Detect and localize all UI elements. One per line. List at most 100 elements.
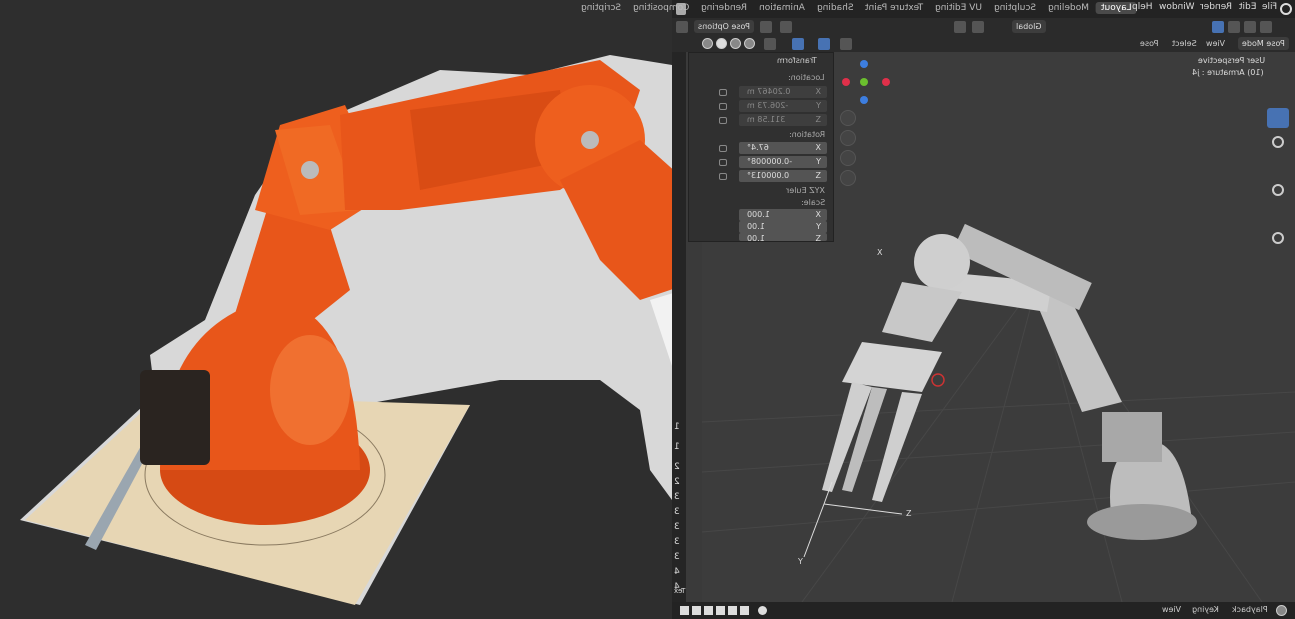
tool-move[interactable] <box>1267 156 1289 176</box>
location-x-field[interactable]: 0.20467 mX <box>739 86 827 98</box>
location-label: Location: <box>788 73 825 82</box>
gizmo-neg-x-icon[interactable] <box>882 78 890 86</box>
location-y-field[interactable]: -206.73 mY <box>739 100 827 112</box>
tab-rendering[interactable]: Rendering <box>696 2 752 14</box>
pan-hand-icon[interactable] <box>840 130 856 146</box>
location-z-field[interactable]: 311.58 mZ <box>739 114 827 126</box>
tab-compositing[interactable]: Compositing <box>628 2 694 14</box>
tab-shading[interactable]: Shading <box>812 2 859 14</box>
xray-icon[interactable] <box>764 38 776 50</box>
gizmo-y-icon[interactable] <box>860 78 868 86</box>
menu-help[interactable]: Help <box>1132 2 1153 12</box>
select-subtract-icon[interactable] <box>1244 21 1256 33</box>
tool-relax[interactable] <box>1267 300 1289 320</box>
shading-solid-icon[interactable] <box>716 38 727 49</box>
frame-number: 3 <box>674 537 680 547</box>
play-reverse-icon[interactable] <box>704 606 713 615</box>
blender-window: Layout Modeling Sculpting UV Editing Tex… <box>581 0 1295 619</box>
menu-render[interactable]: Render <box>1200 2 1232 12</box>
menu-view[interactable]: View <box>1206 39 1225 48</box>
menu-select[interactable]: Select <box>1172 39 1197 48</box>
record-icon[interactable] <box>758 606 767 615</box>
jump-start-icon[interactable] <box>680 606 689 615</box>
menu-pose[interactable]: Pose <box>1140 39 1159 48</box>
mode-dropdown[interactable]: Pose Mode <box>1238 37 1289 50</box>
select-extend-icon[interactable] <box>1228 21 1240 33</box>
transform-orientation-dropdown[interactable]: Global <box>1012 20 1046 33</box>
x-mirror-icon[interactable] <box>760 21 772 33</box>
shading-rendered-icon[interactable] <box>744 38 755 49</box>
scale-x-field[interactable]: 1.000 X <box>739 209 827 221</box>
model-shoulder <box>914 234 970 290</box>
menu-edit[interactable]: Edit <box>1239 2 1256 12</box>
lock-icon[interactable] <box>719 117 727 124</box>
frame-number: 3 <box>674 492 680 502</box>
keying-menu[interactable]: Keying <box>1192 605 1219 614</box>
tab-texture-paint[interactable]: Texture Paint <box>860 2 928 14</box>
tab-scripting[interactable]: Scripting <box>576 2 626 14</box>
timeline-editor-icon[interactable] <box>1276 605 1287 616</box>
frame-number: 3 <box>674 552 680 562</box>
menu-file[interactable]: File <box>1262 2 1277 12</box>
jump-end-icon[interactable] <box>740 606 749 615</box>
visibility-icon[interactable] <box>840 38 852 50</box>
scale-z-field[interactable]: 1.00 Z <box>739 233 827 243</box>
scale-y-field[interactable]: 1.00 Y <box>739 221 827 233</box>
shading-wireframe-icon[interactable] <box>702 38 713 49</box>
tool-settings-icon[interactable] <box>676 21 688 33</box>
view-menu[interactable]: View <box>1162 605 1181 614</box>
frame-number: 2 <box>674 462 680 472</box>
cursor-icon <box>1272 136 1284 148</box>
top-bar: Layout Modeling Sculpting UV Editing Tex… <box>581 0 1295 18</box>
lock-icon[interactable] <box>719 103 727 110</box>
next-keyframe-icon[interactable] <box>728 606 737 615</box>
play-icon[interactable] <box>716 606 725 615</box>
panel-header: Transform <box>695 56 827 67</box>
tool-transform[interactable] <box>1267 228 1289 248</box>
shading-material-icon[interactable] <box>730 38 741 49</box>
rotation-y-field[interactable]: -0.000008° Y <box>739 156 827 168</box>
auto-ik-icon[interactable] <box>780 21 792 33</box>
scale-label: Scale: <box>800 198 825 207</box>
tool-measure[interactable] <box>1267 276 1289 296</box>
lock-icon[interactable] <box>719 159 727 166</box>
gizmos-icon[interactable] <box>818 38 830 50</box>
tab-modeling[interactable]: Modeling <box>1043 2 1094 14</box>
pose-options-dropdown[interactable]: Pose Options <box>694 20 754 33</box>
main-menu: File Edit Render Window Help <box>1132 2 1277 12</box>
gizmo-neg-z-icon[interactable] <box>860 96 868 104</box>
tool-scale[interactable] <box>1267 204 1289 224</box>
axis-label-x: X <box>877 248 883 257</box>
select-box-mode-icon[interactable] <box>1212 21 1224 33</box>
frame-number: 1 <box>674 422 680 432</box>
select-invert-icon[interactable] <box>1260 21 1272 33</box>
playback-menu[interactable]: Playback <box>1232 605 1268 614</box>
tool-annotate[interactable] <box>1267 252 1289 272</box>
panel-title[interactable]: Transform <box>777 56 817 65</box>
gizmo-x-icon[interactable] <box>842 78 850 86</box>
rotation-z-field[interactable]: 0.000013° Z <box>739 170 827 182</box>
tool-cursor[interactable] <box>1267 132 1289 152</box>
blender-logo-icon[interactable] <box>1280 3 1292 15</box>
rotation-x-field[interactable]: 67.4° X <box>739 142 827 154</box>
camera-view-icon[interactable] <box>840 150 856 166</box>
rotation-mode-dropdown[interactable]: XYZ Euler <box>786 186 825 195</box>
overlays-icon[interactable] <box>792 38 804 50</box>
transform-icon <box>1272 232 1284 244</box>
prev-keyframe-icon[interactable] <box>692 606 701 615</box>
tab-uv-editing[interactable]: UV Editing <box>930 2 987 14</box>
zoom-icon[interactable] <box>840 110 856 126</box>
lock-icon[interactable] <box>719 89 727 96</box>
ortho-grid-icon[interactable] <box>840 170 856 186</box>
tab-sculpting[interactable]: Sculpting <box>989 2 1041 14</box>
lock-icon[interactable] <box>719 145 727 152</box>
gizmo-z-icon[interactable] <box>860 60 868 68</box>
workspace-tabs: Layout Modeling Sculpting UV Editing Tex… <box>576 2 1137 14</box>
pivot-point-icon[interactable] <box>954 21 966 33</box>
snap-icon[interactable] <box>972 21 984 33</box>
tab-animation[interactable]: Animation <box>754 2 810 14</box>
lock-icon[interactable] <box>719 173 727 180</box>
menu-window[interactable]: Window <box>1159 2 1195 12</box>
tool-select-box[interactable] <box>1267 108 1289 128</box>
tool-rotate[interactable] <box>1267 180 1289 200</box>
